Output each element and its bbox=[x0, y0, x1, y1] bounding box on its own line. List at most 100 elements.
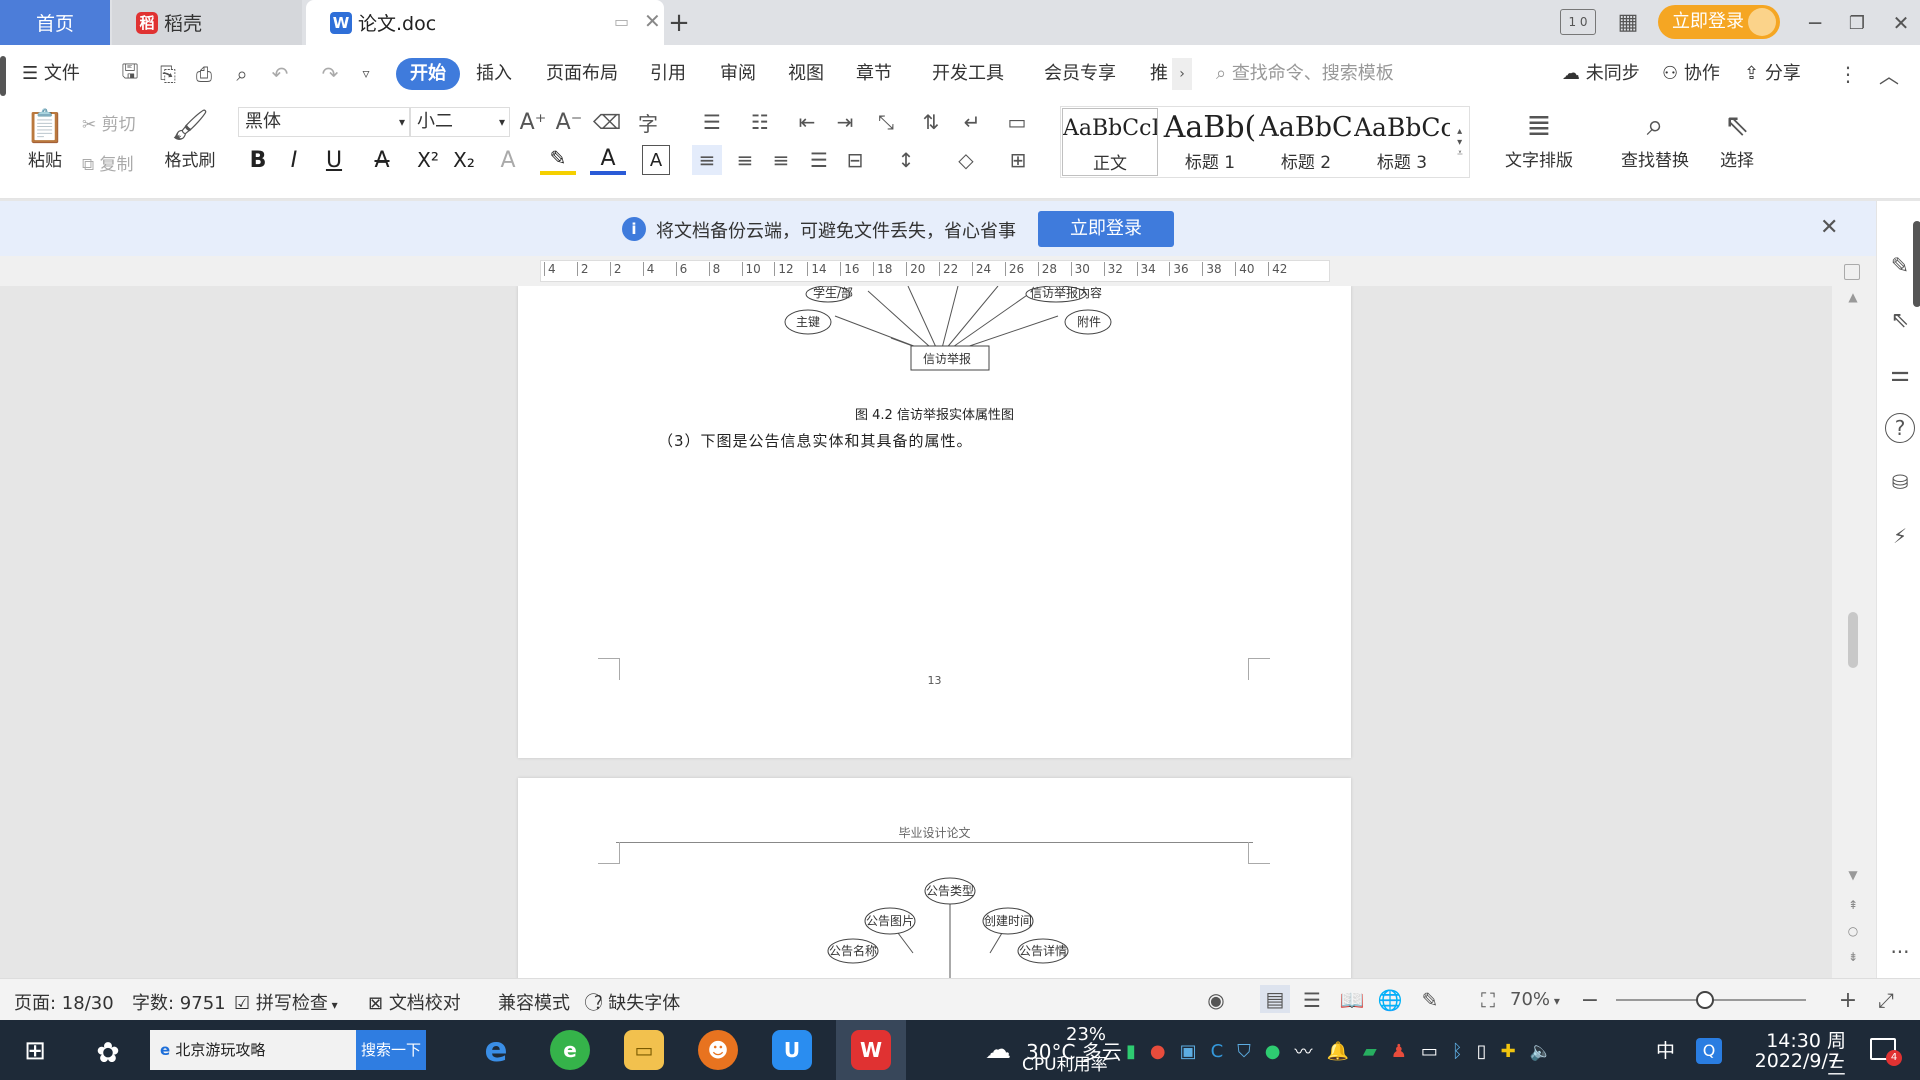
tray-battery-icon[interactable]: ▭ bbox=[1421, 1041, 1438, 1062]
underline-icon[interactable]: U bbox=[316, 145, 352, 175]
close-window-icon[interactable]: ✕ bbox=[1886, 8, 1916, 38]
missing-font-button[interactable]: ?⃝ 缺失字体 bbox=[594, 989, 680, 1015]
save-icon[interactable]: 🖫 bbox=[116, 59, 144, 88]
print-icon[interactable]: ⎙ bbox=[190, 60, 218, 88]
next-page-icon[interactable]: ⇟ bbox=[1844, 948, 1862, 966]
font-color-icon[interactable]: A bbox=[590, 145, 626, 175]
ie-browser-icon[interactable]: e bbox=[476, 1030, 516, 1070]
tray-drive-icon[interactable]: ▯ bbox=[1477, 1041, 1487, 1062]
tray-plus-icon[interactable]: ✚ bbox=[1501, 1041, 1516, 1062]
tab-review[interactable]: 审阅 bbox=[720, 58, 756, 90]
ai-assistant-icon[interactable]: ⚡ bbox=[1885, 521, 1915, 551]
tab-daoke[interactable]: 稻 稻壳 bbox=[112, 0, 302, 45]
taskbar-search-input[interactable]: e 北京游玩攻略 bbox=[150, 1030, 356, 1070]
pen-icon[interactable]: ✎ bbox=[1885, 251, 1915, 281]
tab-document[interactable]: W 论文.doc ▭ ✕ bbox=[306, 0, 664, 45]
style-heading-2[interactable]: AaBbC 标题 2 bbox=[1258, 108, 1354, 176]
restore-icon[interactable]: ❐ bbox=[1842, 8, 1872, 38]
clear-format-icon[interactable]: ⌫ bbox=[592, 107, 622, 137]
grow-font-icon[interactable]: A⁺ bbox=[518, 107, 548, 137]
ruler-toggle-icon[interactable]: ▭ bbox=[1002, 107, 1032, 137]
align-right-icon[interactable]: ≡ bbox=[766, 145, 796, 175]
tab-page-layout[interactable]: 页面布局 bbox=[546, 58, 618, 90]
file-menu[interactable]: ☰ 文件 bbox=[22, 58, 80, 90]
shading-icon[interactable]: ◇ bbox=[948, 145, 984, 175]
more-sidebar-icon[interactable]: ··· bbox=[1885, 937, 1915, 967]
tray-bluetooth-icon[interactable]: ᛒ bbox=[1452, 1041, 1463, 1062]
export-pdf-icon[interactable]: ⎘ bbox=[154, 60, 182, 88]
page-indicator[interactable]: 页面: 18/30 bbox=[14, 989, 114, 1015]
sync-status[interactable]: ☁ 未同步 bbox=[1562, 58, 1640, 90]
tab-view[interactable]: 视图 bbox=[788, 58, 824, 90]
word-count[interactable]: 字数: 9751 bbox=[132, 989, 226, 1015]
tray-qq-icon[interactable]: ♟ bbox=[1391, 1041, 1407, 1062]
subscript-icon[interactable]: X₂ bbox=[450, 145, 478, 175]
tab-recommend[interactable]: 推 bbox=[1150, 58, 1168, 90]
tray-bell-icon[interactable]: 🔔 bbox=[1326, 1041, 1348, 1062]
tab-home[interactable]: 首页 bbox=[0, 0, 110, 45]
tab-references[interactable]: 引用 bbox=[650, 58, 686, 90]
zoom-slider-thumb[interactable] bbox=[1696, 991, 1714, 1009]
style-heading-3[interactable]: AaBbCc 标题 3 bbox=[1354, 108, 1450, 176]
taskbar-search-button[interactable]: 搜索一下 bbox=[356, 1030, 426, 1070]
outline-view-icon[interactable]: ☰ bbox=[1298, 987, 1326, 1013]
notification-center-icon[interactable]: 4 bbox=[1870, 1038, 1902, 1066]
undo-icon[interactable]: ↶ bbox=[266, 60, 294, 88]
more-tabs-icon[interactable]: › bbox=[1172, 58, 1192, 90]
minimize-icon[interactable]: ─ bbox=[1800, 8, 1830, 38]
game-app-icon[interactable]: ☻ bbox=[698, 1030, 738, 1070]
style-heading-1[interactable]: AaBb( 标题 1 bbox=[1162, 108, 1258, 176]
command-search[interactable]: ⌕ 查找命令、搜索模板 bbox=[1216, 58, 1506, 90]
notice-login-button[interactable]: 立即登录 bbox=[1038, 211, 1174, 247]
tray-green-icon[interactable]: ● bbox=[1265, 1041, 1281, 1062]
char-border-icon[interactable]: A bbox=[642, 145, 670, 175]
find-replace-button[interactable]: ⌕ 查找替换 bbox=[1610, 106, 1700, 176]
format-painter-button[interactable]: 🖌 格式刷 bbox=[160, 106, 220, 176]
sliders-icon[interactable]: ⚌ bbox=[1885, 359, 1915, 389]
tray-shield-icon[interactable]: ⛉ bbox=[1237, 1041, 1251, 1062]
clock-date[interactable]: 2022/9/7 bbox=[1748, 1050, 1840, 1072]
eye-protection-icon[interactable]: ◉ bbox=[1202, 987, 1230, 1013]
increase-indent-icon[interactable]: ⇥ bbox=[830, 107, 860, 137]
tab-developer[interactable]: 开发工具 bbox=[932, 58, 1004, 90]
zoom-level[interactable]: 70% ▾ bbox=[1510, 989, 1560, 1010]
body-paragraph[interactable]: （3）下图是公告信息实体和其具备的属性。 bbox=[658, 430, 973, 451]
redo-icon[interactable]: ↷ bbox=[316, 60, 344, 88]
layout-toggle-icon[interactable]: 1 0 bbox=[1560, 9, 1596, 35]
scroll-up-icon[interactable]: ▲ bbox=[1844, 288, 1862, 306]
share-button[interactable]: ⇪ 分享 bbox=[1744, 58, 1801, 90]
fullscreen-icon[interactable]: ⤢ bbox=[1872, 987, 1900, 1013]
align-left-icon[interactable]: ≡ bbox=[692, 145, 722, 175]
collapse-ribbon-icon[interactable]: ︿ bbox=[1876, 60, 1902, 88]
tab-member[interactable]: 会员专享 bbox=[1044, 58, 1116, 90]
prev-page-icon[interactable]: ⇞ bbox=[1844, 896, 1862, 914]
tray-security-icon[interactable]: ● bbox=[1150, 1041, 1166, 1062]
spell-check-button[interactable]: ☑ 拼写检查 ▾ bbox=[234, 989, 338, 1015]
select-pointer-icon[interactable]: ⇖ bbox=[1885, 305, 1915, 335]
tab-home-ribbon[interactable]: 开始 bbox=[396, 58, 460, 90]
paste-button[interactable]: 📋 粘贴 bbox=[20, 106, 70, 176]
new-tab-icon[interactable]: + bbox=[664, 8, 694, 38]
horizontal-ruler[interactable]: 4 2 2 4 6 8 10 12 14 16 18 20 22 24 26 28 30 32 34 36 38 40 42 bbox=[0, 256, 1876, 286]
tray-app-icon[interactable]: ▮ bbox=[1126, 1041, 1136, 1062]
print-preview-icon[interactable]: ⌕ bbox=[228, 60, 256, 88]
web-view-icon[interactable]: 🌐 bbox=[1376, 987, 1404, 1013]
page-view-icon[interactable]: ▤ bbox=[1260, 985, 1290, 1013]
show-marks-icon[interactable]: ↵ bbox=[954, 107, 990, 137]
shrink-font-icon[interactable]: A⁻ bbox=[554, 107, 584, 137]
tab-insert[interactable]: 插入 bbox=[476, 58, 512, 90]
close-tab-icon[interactable]: ✕ bbox=[644, 9, 661, 33]
tray-usb-icon[interactable]: ▣ bbox=[1180, 1041, 1197, 1062]
pinyin-guide-icon[interactable]: 字 bbox=[628, 107, 668, 137]
windows-start-icon[interactable]: ⊞ bbox=[18, 1034, 52, 1068]
split-view-icon[interactable] bbox=[1844, 264, 1860, 280]
ime-indicator[interactable]: 中 bbox=[1656, 1036, 1675, 1063]
proofread-button[interactable]: ⊠ 文档校对 bbox=[368, 989, 461, 1015]
numbered-list-icon[interactable]: ☷ bbox=[742, 107, 778, 137]
tray-volume-icon[interactable]: 🔈 bbox=[1530, 1041, 1552, 1062]
write-mode-icon[interactable]: ✎ bbox=[1416, 987, 1444, 1013]
wps-taskbar-active[interactable]: W bbox=[836, 1020, 906, 1080]
justify-icon[interactable]: ☰ bbox=[804, 145, 834, 175]
customize-toolbar-icon[interactable]: ▿ bbox=[354, 60, 378, 88]
tray-wifi-icon[interactable]: 〰 bbox=[1294, 1038, 1312, 1064]
